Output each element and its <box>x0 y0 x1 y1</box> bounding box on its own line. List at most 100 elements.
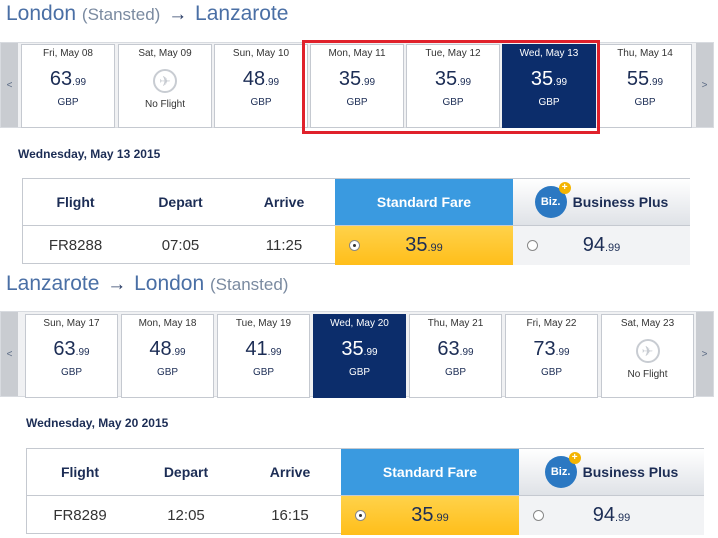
selection-highlight <box>302 40 600 134</box>
day-price: 48.99 <box>122 339 213 363</box>
price-main: 63 <box>53 338 76 360</box>
date-label: Sat, May 09 <box>138 48 192 59</box>
no-flight-label: No Flight <box>627 369 668 380</box>
depart-time: 07:05 <box>128 225 233 265</box>
no-flight-label: No Flight <box>144 99 185 110</box>
business-fare-radio[interactable] <box>533 510 544 521</box>
date-label: Mon, May 18 <box>138 318 197 329</box>
inbound-route-title: Lanzarote → London (Stansted) <box>6 272 288 296</box>
currency-label: GBP <box>57 97 79 108</box>
price-main: 73 <box>533 338 556 360</box>
date-card[interactable]: Mon, May 18 48.99 GBP <box>121 314 214 398</box>
price-main: 55 <box>626 68 650 90</box>
inbound-flight-table: Flight Depart Arrive Standard Fare Biz. … <box>26 448 704 535</box>
day-price: 63.99 <box>410 339 501 363</box>
arrive-time: 16:15 <box>239 495 341 535</box>
date-card[interactable]: Thu, May 14 55.99 GBP <box>598 44 692 128</box>
price-decimal: .99 <box>427 242 443 254</box>
price-decimal: .99 <box>614 512 631 524</box>
col-arrive: Arrive <box>263 194 305 210</box>
day-price: 73.99 <box>506 339 597 363</box>
standard-fare-radio[interactable] <box>349 240 360 251</box>
price-decimal: .99 <box>555 347 570 358</box>
date-card[interactable]: Sat, May 09 ✈ No Flight <box>118 44 212 128</box>
prev-dates-button[interactable]: < <box>1 312 18 396</box>
currency-label: GBP <box>250 97 272 108</box>
currency-label: GBP <box>540 367 563 378</box>
price-decimal: .99 <box>459 347 474 358</box>
date-card[interactable]: Wed, May 20 35.99 GBP <box>313 314 406 398</box>
col-business-plus: Biz. Business Plus <box>519 449 704 495</box>
biz-plus-icon: Biz. <box>534 182 571 218</box>
business-fare-radio[interactable] <box>527 240 538 251</box>
price-main: 41 <box>245 338 268 360</box>
date-label: Thu, May 21 <box>427 318 484 329</box>
currency-label: GBP <box>348 367 371 378</box>
chevron-left-icon: < <box>6 348 13 360</box>
price-main: 94 <box>592 504 615 526</box>
outbound-flight-table: Flight Depart Arrive Standard Fare Biz. … <box>22 178 690 265</box>
price-main: 48 <box>242 68 266 90</box>
standard-fare-price: 35.99 <box>411 504 449 527</box>
date-label: Wed, May 20 <box>330 318 389 329</box>
outbound-date-heading: Wednesday, May 13 2015 <box>18 147 161 161</box>
day-price: 41.99 <box>218 339 309 363</box>
date-label: Fri, May 22 <box>526 318 577 329</box>
chevron-right-icon: > <box>701 348 708 360</box>
day-price: 35.99 <box>314 339 405 363</box>
biz-badge-label: Biz. <box>550 466 571 478</box>
next-dates-button[interactable]: > <box>696 312 713 396</box>
date-card[interactable]: Thu, May 21 63.99 GBP <box>409 314 502 398</box>
business-fare-cell[interactable]: 94.99 <box>519 495 704 535</box>
route-to-sub: (Stansted) <box>210 275 289 294</box>
col-flight: Flight <box>60 464 100 480</box>
col-arrive: Arrive <box>269 464 311 480</box>
price-main: 35 <box>405 234 428 256</box>
business-plus-label: Business Plus <box>582 464 679 480</box>
flight-number: FR8288 <box>23 225 128 265</box>
depart-time: 12:05 <box>133 495 239 535</box>
business-fare-cell[interactable]: 94.99 <box>513 225 690 265</box>
date-card[interactable]: Sun, May 17 63.99 GBP <box>25 314 118 398</box>
arrow-icon: → <box>107 274 127 295</box>
price-decimal: .99 <box>267 347 282 358</box>
date-card[interactable]: Sat, May 23 ✈ No Flight <box>601 314 694 398</box>
business-fare-price: 94.99 <box>593 504 631 527</box>
currency-label: GBP <box>156 367 179 378</box>
next-dates-button[interactable]: > <box>696 43 713 127</box>
date-label: Sat, May 23 <box>620 318 675 329</box>
prev-dates-button[interactable]: < <box>1 43 18 127</box>
route-to: London <box>134 272 205 295</box>
biz-plus-icon: Biz. <box>544 452 581 488</box>
arrow-icon: → <box>168 4 188 25</box>
price-main: 48 <box>149 338 172 360</box>
col-depart: Depart <box>158 194 203 210</box>
col-standard-fare: Standard Fare <box>341 449 519 495</box>
standard-fare-cell[interactable]: 35.99 <box>335 225 513 265</box>
date-label: Sun, May 10 <box>232 48 290 59</box>
currency-label: GBP <box>444 367 467 378</box>
flight-number: FR8289 <box>27 495 133 535</box>
col-standard-fare: Standard Fare <box>335 179 513 225</box>
price-decimal: .99 <box>649 77 664 88</box>
date-card[interactable]: Tue, May 19 41.99 GBP <box>217 314 310 398</box>
date-card[interactable]: Sun, May 10 48.99 GBP <box>214 44 308 128</box>
date-label: Tue, May 19 <box>235 318 292 329</box>
standard-fare-radio[interactable] <box>355 510 366 521</box>
date-card[interactable]: Fri, May 22 73.99 GBP <box>505 314 598 398</box>
price-decimal: .99 <box>363 347 378 358</box>
price-decimal: .99 <box>265 77 280 88</box>
route-from-sub: (Stansted) <box>81 5 161 24</box>
day-price: 63.99 <box>26 339 117 363</box>
price-decimal: .99 <box>72 77 87 88</box>
standard-fare-cell[interactable]: 35.99 <box>341 495 519 535</box>
price-main: 63 <box>437 338 460 360</box>
price-main: 94 <box>582 234 605 256</box>
currency-label: GBP <box>252 367 275 378</box>
date-card[interactable]: Fri, May 08 63.99 GBP <box>21 44 115 128</box>
arrive-time: 11:25 <box>233 225 335 265</box>
price-main: 35 <box>341 338 364 360</box>
date-label: Fri, May 08 <box>42 48 93 59</box>
day-price: 48.99 <box>215 69 307 93</box>
inbound-date-heading: Wednesday, May 20 2015 <box>26 416 169 430</box>
